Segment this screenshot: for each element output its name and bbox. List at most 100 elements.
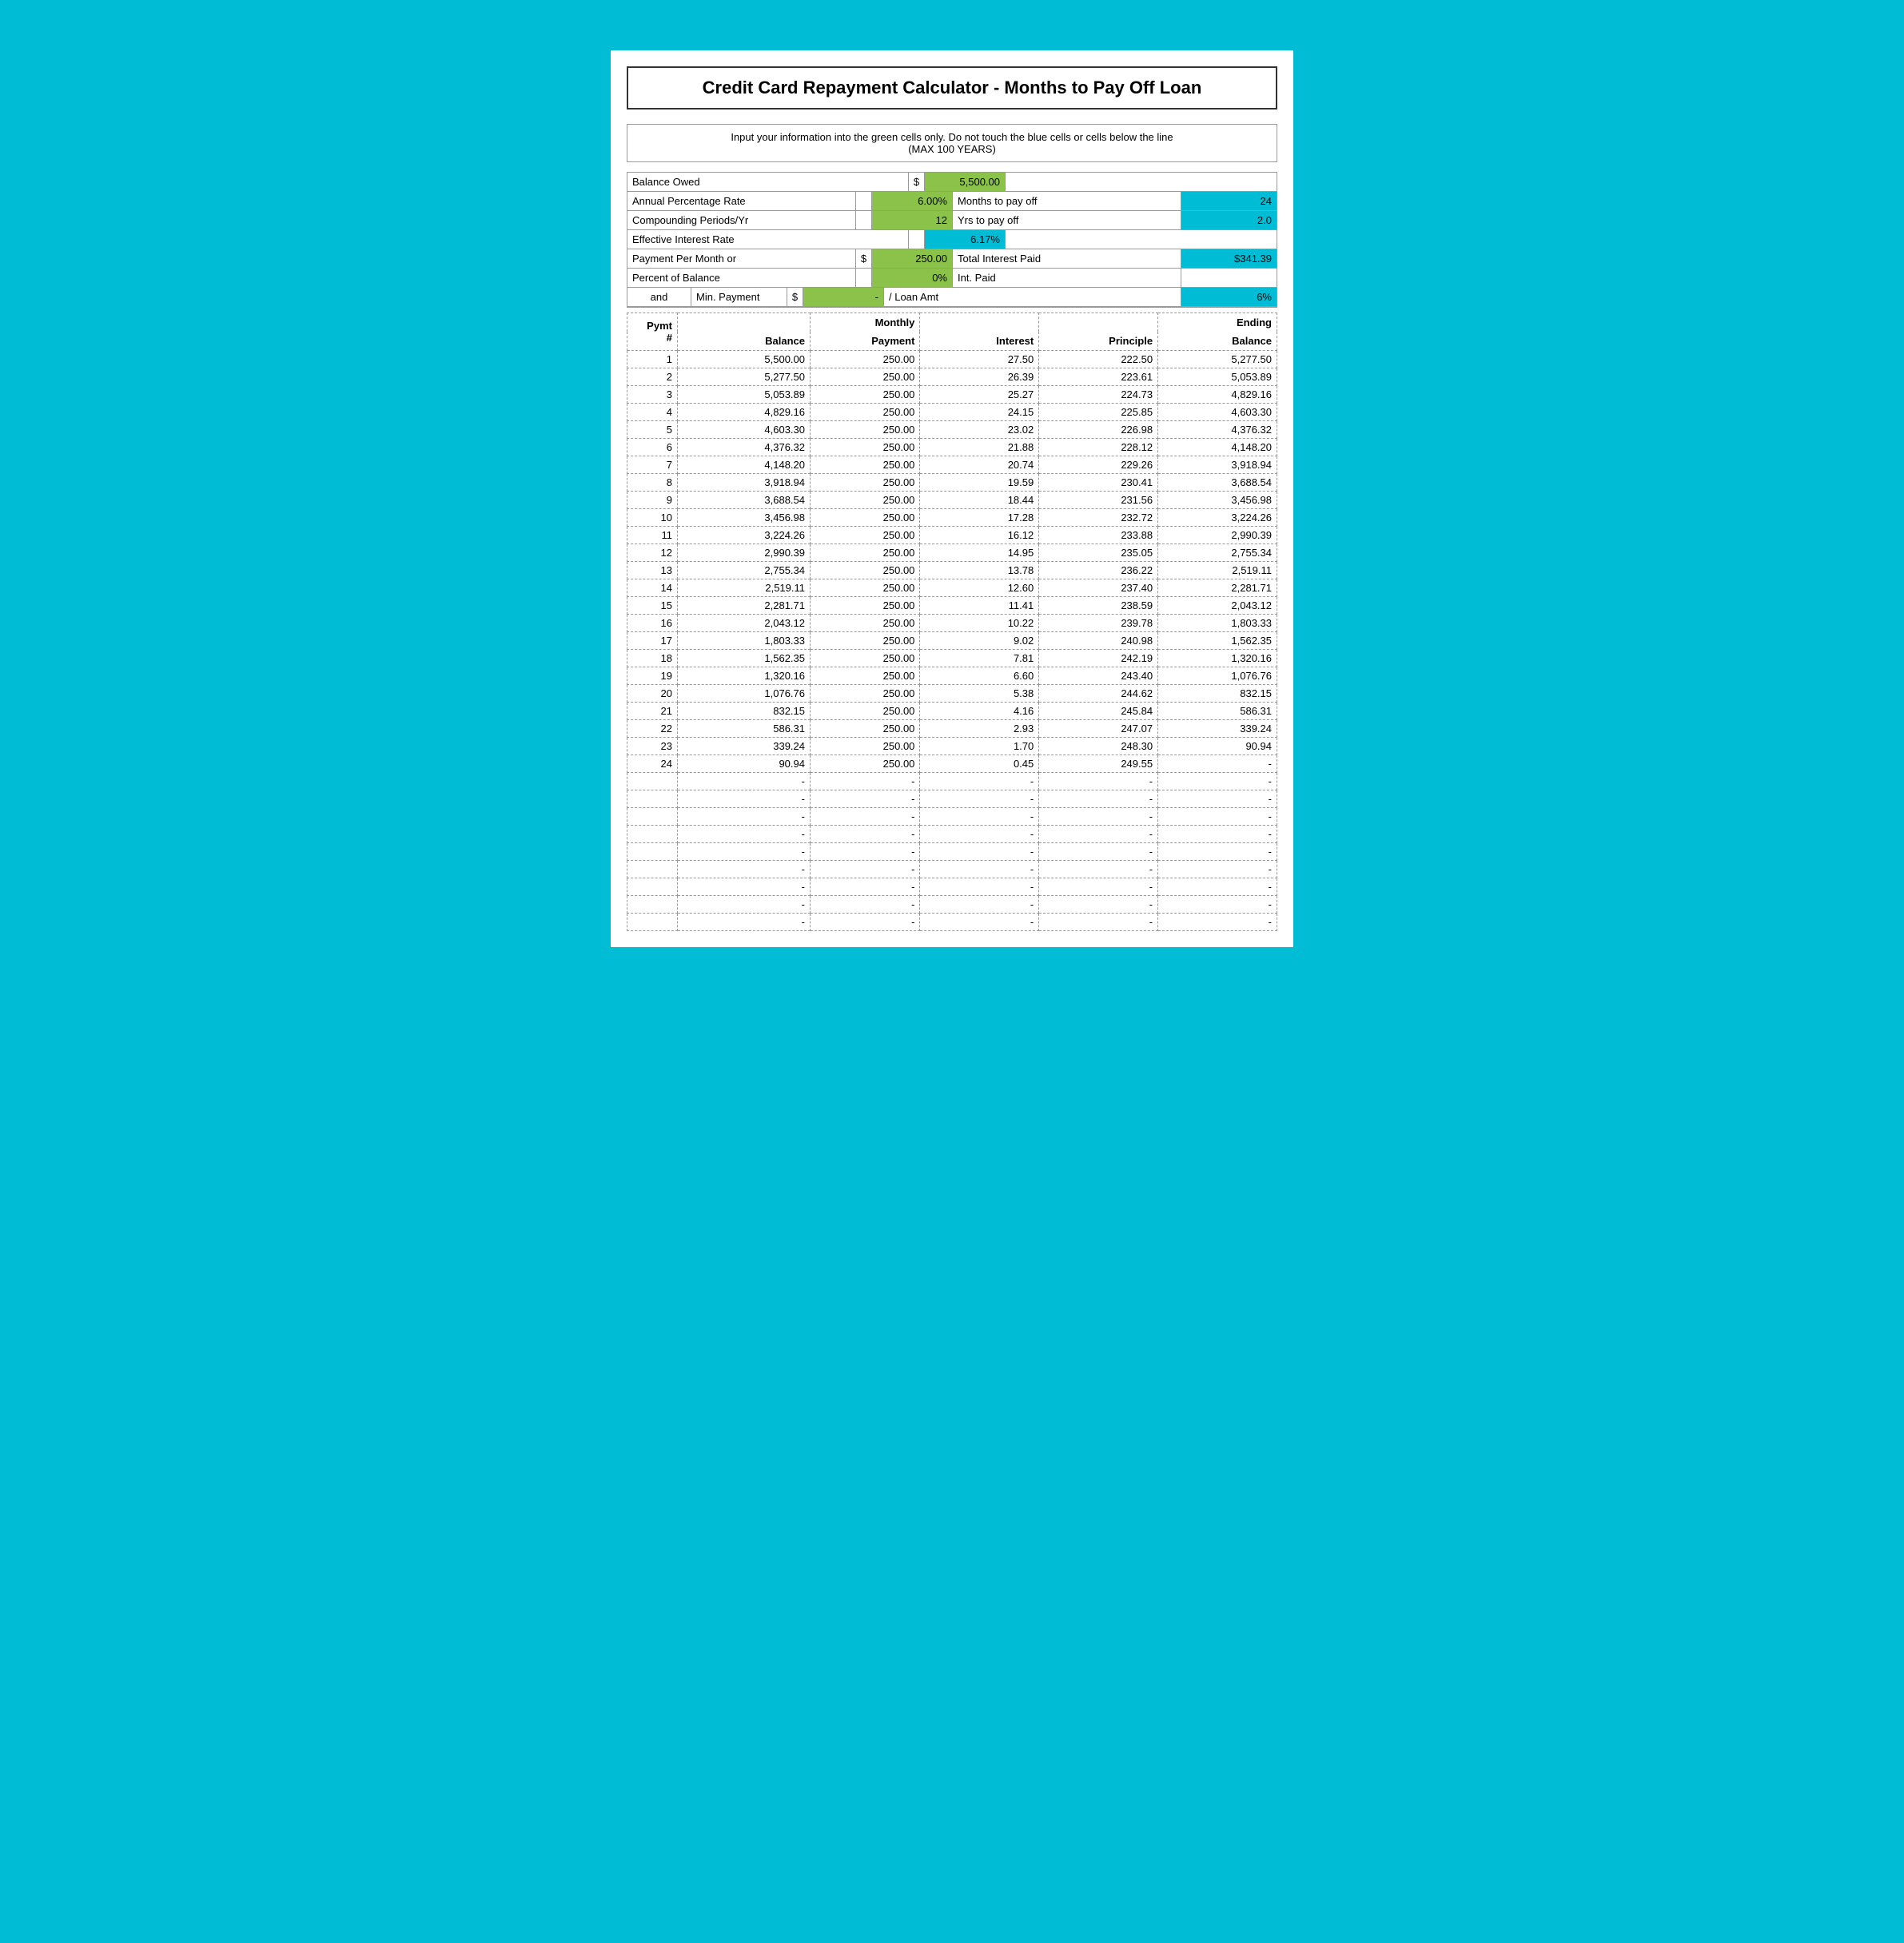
table-header-row2: Balance Payment Interest Principle Balan… — [627, 332, 1277, 351]
cell-9-4: 232.72 — [1039, 509, 1158, 527]
int-paid-label: Int. Paid — [952, 269, 1181, 287]
cell-32-1: - — [677, 914, 810, 931]
cell-2-5: 4,829.16 — [1158, 386, 1277, 404]
col-header-principle: Principle — [1039, 332, 1158, 351]
cell-15-4: 239.78 — [1039, 615, 1158, 632]
cell-14-4: 238.59 — [1039, 597, 1158, 615]
cell-6-3: 20.74 — [920, 456, 1039, 474]
compounding-value[interactable]: 12 — [872, 211, 952, 229]
cell-24-4: - — [1039, 773, 1158, 790]
cell-13-2: 250.00 — [811, 579, 920, 597]
col-header-balance-top — [677, 313, 810, 332]
table-row: 122,990.39250.0014.95235.052,755.34 — [627, 544, 1277, 562]
col-header-pymt: Pymt# — [627, 313, 678, 351]
cell-19-2: 250.00 — [811, 685, 920, 703]
cell-26-3: - — [920, 808, 1039, 826]
cell-25-1: - — [677, 790, 810, 808]
instruction-line1: Input your information into the green ce… — [634, 131, 1270, 143]
percent-value[interactable]: 0% — [872, 269, 952, 287]
cell-24-1: - — [677, 773, 810, 790]
apr-value[interactable]: 6.00% — [872, 192, 952, 210]
cell-22-5: 90.94 — [1158, 738, 1277, 755]
table-row: ----- — [627, 790, 1277, 808]
cell-10-4: 233.88 — [1039, 527, 1158, 544]
effective-value: 6.17% — [925, 230, 1005, 249]
cell-0-4: 222.50 — [1039, 351, 1158, 368]
cell-10-0: 11 — [627, 527, 678, 544]
cell-3-4: 225.85 — [1039, 404, 1158, 421]
effective-right-empty — [1005, 230, 1277, 249]
table-row: 44,829.16250.0024.15225.854,603.30 — [627, 404, 1277, 421]
table-row: 22586.31250.002.93247.07339.24 — [627, 720, 1277, 738]
cell-29-5: - — [1158, 861, 1277, 878]
cell-1-4: 223.61 — [1039, 368, 1158, 386]
table-row: ----- — [627, 843, 1277, 861]
cell-8-4: 231.56 — [1039, 492, 1158, 509]
table-row: 25,277.50250.0026.39223.615,053.89 — [627, 368, 1277, 386]
cell-30-0 — [627, 878, 678, 896]
cell-28-4: - — [1039, 843, 1158, 861]
cell-29-0 — [627, 861, 678, 878]
cell-2-3: 25.27 — [920, 386, 1039, 404]
table-row: ----- — [627, 914, 1277, 931]
apr-label: Annual Percentage Rate — [627, 192, 856, 210]
cell-9-0: 10 — [627, 509, 678, 527]
cell-23-3: 0.45 — [920, 755, 1039, 773]
cell-18-0: 19 — [627, 667, 678, 685]
cell-18-5: 1,076.76 — [1158, 667, 1277, 685]
cell-4-3: 23.02 — [920, 421, 1039, 439]
cell-27-3: - — [920, 826, 1039, 843]
cell-10-1: 3,224.26 — [677, 527, 810, 544]
cell-25-4: - — [1039, 790, 1158, 808]
cell-21-4: 247.07 — [1039, 720, 1158, 738]
table-row: 21832.15250.004.16245.84586.31 — [627, 703, 1277, 720]
min-payment-row: and Min. Payment $ - / Loan Amt 6% — [627, 288, 1277, 307]
cell-2-0: 3 — [627, 386, 678, 404]
col-header-principle-top — [1039, 313, 1158, 332]
balance-owed-row: Balance Owed $ 5,500.00 — [627, 173, 1277, 192]
cell-3-0: 4 — [627, 404, 678, 421]
cell-21-1: 586.31 — [677, 720, 810, 738]
table-row: 2490.94250.000.45249.55- — [627, 755, 1277, 773]
cell-21-2: 250.00 — [811, 720, 920, 738]
table-row: 132,755.34250.0013.78236.222,519.11 — [627, 562, 1277, 579]
col-header-balance: Balance — [677, 332, 810, 351]
min-value[interactable]: - — [803, 288, 883, 306]
main-card: Credit Card Repayment Calculator - Month… — [608, 48, 1296, 950]
cell-11-0: 12 — [627, 544, 678, 562]
cell-7-2: 250.00 — [811, 474, 920, 492]
balance-owed-value[interactable]: 5,500.00 — [925, 173, 1005, 191]
cell-14-0: 15 — [627, 597, 678, 615]
cell-15-5: 1,803.33 — [1158, 615, 1277, 632]
cell-30-2: - — [811, 878, 920, 896]
percent-row: Percent of Balance 0% Int. Paid — [627, 269, 1277, 288]
payment-dollar: $ — [856, 249, 872, 268]
cell-24-2: - — [811, 773, 920, 790]
min-payment-label: Min. Payment — [691, 288, 787, 306]
cell-29-4: - — [1039, 861, 1158, 878]
cell-31-0 — [627, 896, 678, 914]
compounding-label: Compounding Periods/Yr — [627, 211, 856, 229]
cell-1-1: 5,277.50 — [677, 368, 810, 386]
table-row: 152,281.71250.0011.41238.592,043.12 — [627, 597, 1277, 615]
cell-25-3: - — [920, 790, 1039, 808]
cell-27-1: - — [677, 826, 810, 843]
cell-19-4: 244.62 — [1039, 685, 1158, 703]
cell-21-5: 339.24 — [1158, 720, 1277, 738]
cell-14-5: 2,043.12 — [1158, 597, 1277, 615]
min-dollar-sign: $ — [787, 288, 803, 306]
table-row: ----- — [627, 878, 1277, 896]
cell-16-4: 240.98 — [1039, 632, 1158, 650]
cell-9-1: 3,456.98 — [677, 509, 810, 527]
cell-23-5: - — [1158, 755, 1277, 773]
payment-value[interactable]: 250.00 — [872, 249, 952, 268]
cell-31-4: - — [1039, 896, 1158, 914]
cell-20-1: 832.15 — [677, 703, 810, 720]
months-label: Months to pay off — [952, 192, 1181, 210]
cell-23-4: 249.55 — [1039, 755, 1158, 773]
col-header-monthly: Monthly — [811, 313, 920, 332]
table-row: 162,043.12250.0010.22239.781,803.33 — [627, 615, 1277, 632]
cell-25-5: - — [1158, 790, 1277, 808]
table-row: ----- — [627, 773, 1277, 790]
cell-5-5: 4,148.20 — [1158, 439, 1277, 456]
